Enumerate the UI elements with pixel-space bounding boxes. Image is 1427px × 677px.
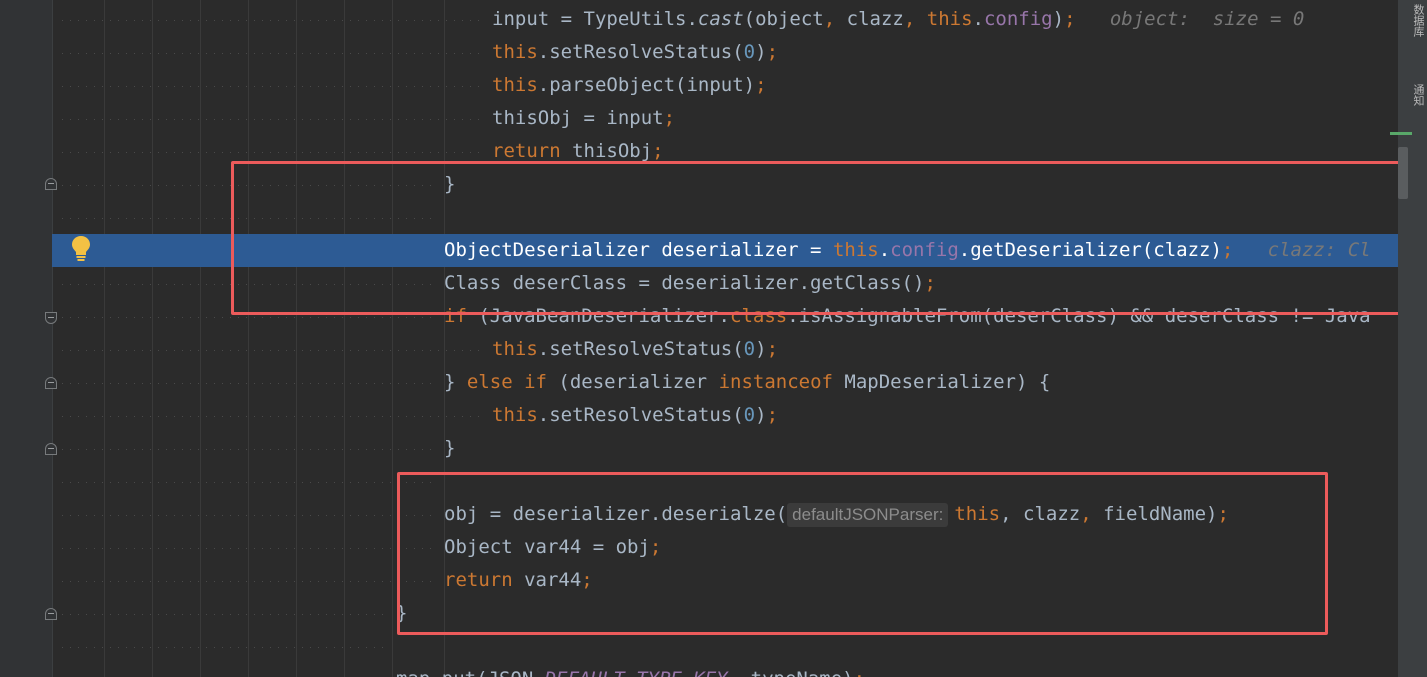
database-panel-tab[interactable]: 数据库	[1412, 4, 1426, 37]
code-token: (deserializer	[546, 371, 719, 393]
code-token: }	[444, 437, 456, 459]
indent-dots	[62, 416, 484, 417]
code-token: cast	[697, 8, 744, 30]
code-text: thisObj = input;	[492, 102, 675, 135]
code-text: this.setResolveStatus(0);	[492, 36, 778, 69]
code-token: MapDeserializer) {	[832, 371, 1051, 393]
code-token: ;	[854, 668, 865, 677]
indent-dots	[62, 614, 388, 615]
code-token: thisObj = input	[492, 107, 664, 129]
indent-dots	[62, 449, 436, 450]
code-token: map.put(JSON.	[396, 668, 545, 677]
code-token: 0	[743, 41, 756, 63]
indent-dots	[62, 548, 436, 549]
code-token: ;	[1064, 8, 1076, 30]
code-text: map.put(JSON.DEFAULT_TYPE_KEY, typeName)…	[396, 663, 865, 677]
lightbulb-icon[interactable]	[70, 234, 92, 262]
indent-dots	[62, 350, 484, 351]
code-text: this.setResolveStatus(0);	[492, 333, 778, 366]
code-token: ;	[652, 140, 664, 162]
code-token: ;	[766, 404, 779, 426]
indent-dots	[62, 482, 436, 483]
code-token: 0	[743, 338, 756, 360]
indent-dots	[62, 86, 484, 87]
change-marker	[1390, 132, 1412, 135]
indent-dots	[62, 119, 484, 120]
code-token: ,	[903, 8, 916, 30]
editor-gutter[interactable]	[0, 0, 57, 677]
code-token: this	[926, 8, 973, 30]
code-token: )	[1052, 8, 1065, 30]
code-token: .setResolveStatus(	[537, 41, 744, 63]
code-text: }	[444, 432, 455, 465]
code-token: ;	[663, 107, 676, 129]
code-token: }	[444, 371, 467, 393]
code-line[interactable]: this.setResolveStatus(0);	[52, 399, 1398, 432]
code-token: DEFAULT_TYPE_KEY	[545, 668, 728, 677]
indent-dots	[62, 647, 388, 648]
code-text: this.parseObject(input);	[492, 69, 767, 102]
code-token: .parseObject(input)	[537, 74, 756, 96]
highlight-box-deserialze-call	[397, 472, 1328, 635]
code-token: .	[972, 8, 984, 30]
code-text: input = TypeUtils.cast(object, clazz, th…	[492, 3, 1304, 36]
code-token: this	[492, 74, 538, 96]
indent-dots	[62, 20, 484, 21]
code-token: 0	[743, 404, 756, 426]
code-token: )	[755, 338, 767, 360]
code-token: ;	[755, 74, 767, 96]
code-token: clazz	[835, 8, 904, 30]
code-token: )	[755, 41, 767, 63]
code-token: ;	[766, 41, 779, 63]
code-line[interactable]: map.put(JSON.DEFAULT_TYPE_KEY, typeName)…	[52, 663, 1398, 677]
code-token: this	[492, 338, 538, 360]
code-token: , typeName)	[728, 668, 854, 677]
code-text: this.setResolveStatus(0);	[492, 399, 778, 432]
highlight-box-deserializer	[231, 161, 1421, 315]
scrollbar-thumb[interactable]	[1398, 147, 1408, 199]
code-line[interactable]: this.setResolveStatus(0);	[52, 333, 1398, 366]
indent-dots	[62, 383, 436, 384]
code-line[interactable]: }	[52, 432, 1398, 465]
code-token: .setResolveStatus(	[537, 404, 744, 426]
code-token: config	[983, 8, 1053, 30]
code-token: ,	[823, 8, 836, 30]
code-token: ;	[766, 338, 779, 360]
indent-dots	[62, 53, 484, 54]
code-token: else if	[466, 371, 547, 393]
inline-debug-value: object: size = 0	[1075, 8, 1305, 30]
code-text: } else if (deserializer instanceof MapDe…	[444, 366, 1050, 399]
code-token: )	[755, 404, 767, 426]
code-token: return	[492, 140, 561, 162]
notifications-panel-tab[interactable]: 通知	[1412, 84, 1426, 106]
indent-dots	[62, 152, 484, 153]
code-token: (object	[743, 8, 824, 30]
code-token: this	[492, 41, 538, 63]
right-tool-strip[interactable]: 数据库 通知	[1390, 0, 1427, 677]
indent-dots	[62, 515, 436, 516]
code-line[interactable]: thisObj = input;	[52, 102, 1398, 135]
code-line[interactable]: input = TypeUtils.cast(object, clazz, th…	[52, 3, 1398, 36]
code-line[interactable]: } else if (deserializer instanceof MapDe…	[52, 366, 1398, 399]
code-token: this	[492, 404, 538, 426]
indent-dots	[62, 317, 436, 318]
code-token: thisObj	[560, 140, 653, 162]
code-line[interactable]: this.setResolveStatus(0);	[52, 36, 1398, 69]
code-token: .setResolveStatus(	[537, 338, 744, 360]
code-line[interactable]: this.parseObject(input);	[52, 69, 1398, 102]
indent-dots	[62, 581, 436, 582]
code-token: input = TypeUtils.	[492, 8, 698, 30]
code-token: instanceof	[718, 371, 833, 393]
